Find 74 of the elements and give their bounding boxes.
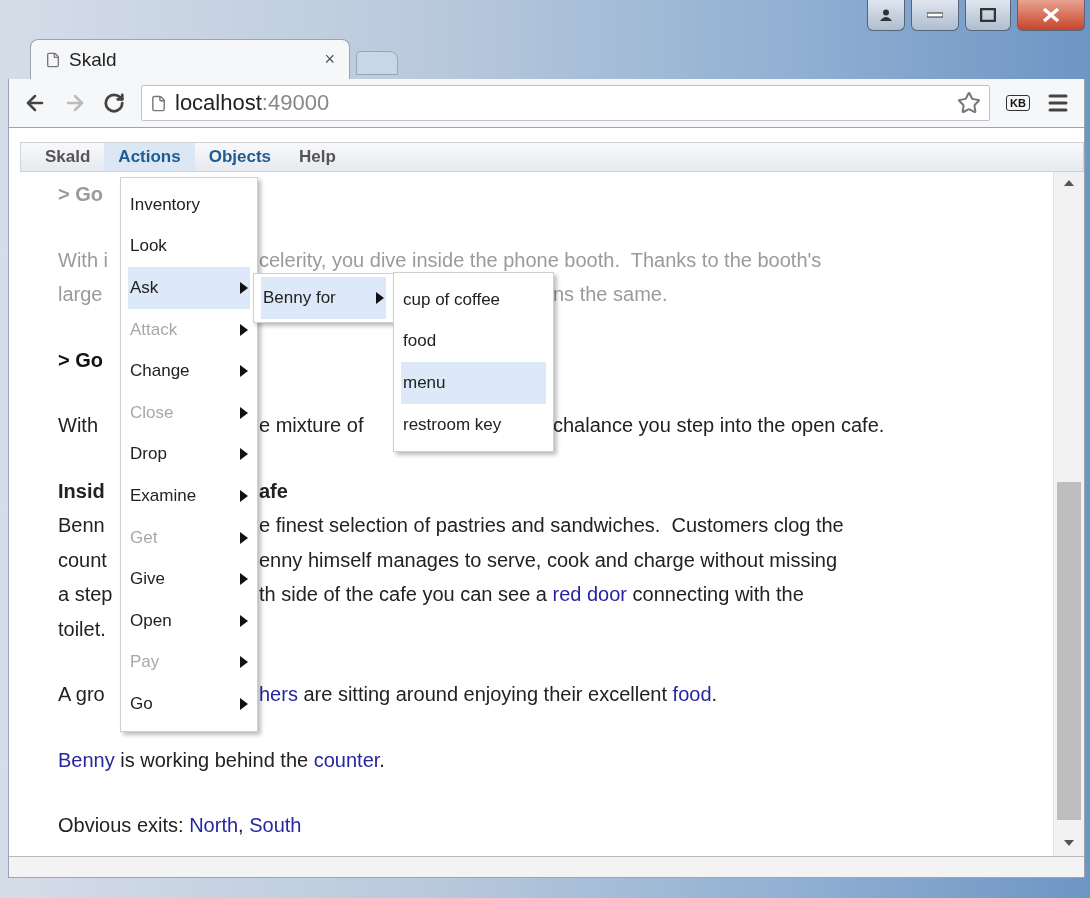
story-text: connecting with the bbox=[631, 583, 804, 605]
extension-button[interactable]: KB bbox=[1006, 95, 1030, 111]
story-text: chalance you step into the open cafe. bbox=[553, 414, 885, 436]
menu-item[interactable]: food bbox=[401, 320, 546, 363]
story-text: celerity, you dive inside the phone booth. Thanks to the booth's bbox=[259, 248, 822, 271]
story-text: > Go bbox=[58, 183, 103, 205]
menu-item[interactable]: Change bbox=[128, 350, 250, 392]
menu-bar-item[interactable]: Objects bbox=[194, 143, 286, 171]
story-text: enny himself manages to serve, cook and charge without missing bbox=[259, 548, 838, 571]
story-text: Insid bbox=[58, 479, 105, 502]
text-link[interactable]: Benny bbox=[58, 748, 115, 771]
menu-item[interactable]: Inventory bbox=[128, 184, 250, 226]
close-button[interactable] bbox=[1017, 0, 1085, 31]
story-text: a step bbox=[58, 583, 113, 605]
story-text: are sitting around enjoying their excellent bbox=[302, 683, 669, 705]
minimize-button[interactable] bbox=[911, 0, 959, 31]
menu-item[interactable]: Benny for bbox=[261, 277, 386, 319]
close-icon bbox=[1042, 7, 1060, 23]
story-text: count bbox=[58, 548, 107, 571]
story-text: toilet. bbox=[58, 617, 106, 640]
address-bar[interactable]: localhost:49000 bbox=[141, 85, 991, 121]
story-text: ns the same. bbox=[553, 283, 668, 305]
story-text: With i bbox=[58, 248, 108, 271]
url-host: localhost bbox=[175, 90, 262, 116]
story-text: . bbox=[711, 683, 718, 705]
story-text: th side of the cafe you can see a bbox=[259, 583, 548, 605]
scrollbar[interactable] bbox=[1053, 172, 1084, 856]
menu-item[interactable]: Drop bbox=[128, 433, 250, 476]
story-text: Benn bbox=[58, 514, 105, 536]
person-icon bbox=[880, 9, 892, 21]
story-text: e mixture of bbox=[259, 414, 364, 436]
url-port: :49000 bbox=[261, 90, 330, 116]
menu-item[interactable]: cup of coffee bbox=[401, 279, 546, 321]
menu-bar-item[interactable]: Actions bbox=[104, 143, 195, 171]
scroll-down-icon[interactable] bbox=[1064, 840, 1074, 846]
page-icon bbox=[45, 51, 61, 68]
story-text: , bbox=[238, 814, 245, 836]
scroll-up-icon[interactable] bbox=[1064, 180, 1074, 186]
text-link[interactable]: red door bbox=[552, 583, 628, 605]
reload-button[interactable] bbox=[103, 92, 125, 114]
user-button[interactable] bbox=[867, 0, 905, 31]
menu-bar-item[interactable]: Skald bbox=[31, 143, 105, 171]
scrollbar-thumb[interactable] bbox=[1057, 482, 1081, 820]
text-link[interactable]: food bbox=[672, 683, 712, 705]
story-text: With bbox=[58, 414, 98, 436]
maximize-button[interactable] bbox=[965, 0, 1011, 31]
text-link[interactable]: South bbox=[249, 814, 302, 836]
text-link[interactable]: hers bbox=[259, 683, 298, 705]
menu-item[interactable]: Examine bbox=[128, 475, 250, 517]
menu-item[interactable]: Give bbox=[128, 558, 250, 600]
text-link[interactable]: North bbox=[189, 814, 239, 836]
menu-item[interactable]: menu bbox=[401, 362, 546, 404]
maximize-icon bbox=[980, 8, 996, 22]
story-text: A gro bbox=[58, 683, 105, 705]
story-text: afe bbox=[259, 479, 288, 502]
tab-close-button[interactable]: × bbox=[324, 49, 335, 70]
story-text: large bbox=[58, 283, 103, 305]
story-text: . bbox=[379, 748, 385, 771]
story-text: Obvious exits: bbox=[58, 814, 185, 836]
menu-item[interactable]: Ask bbox=[128, 267, 250, 309]
text-link[interactable]: counter bbox=[313, 748, 380, 771]
story-text: e finest selection of pastries and sandwiches. Customers clog the bbox=[259, 514, 844, 536]
bookmark-star-icon[interactable] bbox=[957, 91, 982, 115]
menu-item[interactable]: Open bbox=[128, 599, 250, 642]
story-text: is working behind the bbox=[119, 748, 310, 771]
story-text: > Go bbox=[58, 348, 103, 371]
minimize-icon bbox=[927, 12, 943, 18]
page-icon bbox=[150, 94, 167, 112]
menu-item[interactable]: Go bbox=[128, 683, 250, 725]
menu-item[interactable]: restroom key bbox=[401, 403, 546, 446]
menu-bar-item[interactable]: Help bbox=[285, 143, 350, 171]
tab-title: Skald bbox=[69, 48, 118, 71]
browser-tab[interactable]: Skald × bbox=[30, 39, 350, 79]
menu-item[interactable]: Look bbox=[128, 225, 250, 268]
